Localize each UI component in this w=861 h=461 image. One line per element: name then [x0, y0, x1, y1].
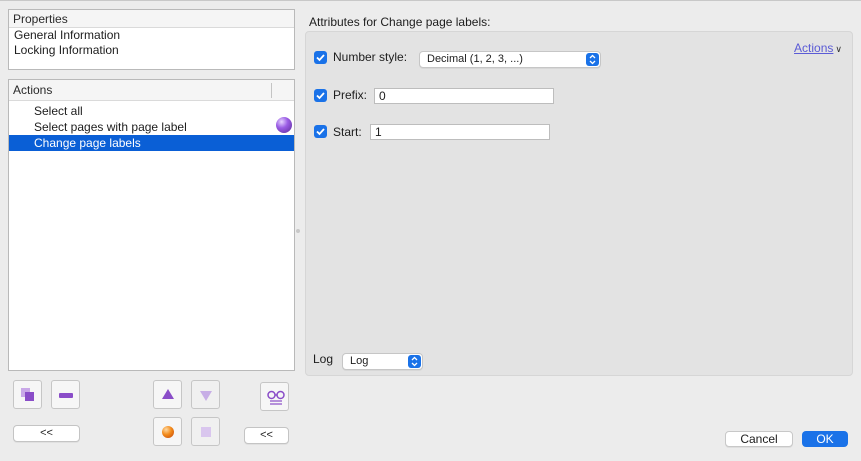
log-label: Log [313, 352, 334, 366]
prefix-label: Prefix: [333, 88, 368, 102]
action-item-label: Change page labels [34, 136, 141, 150]
select-arrows-icon [586, 53, 599, 66]
ok-button[interactable]: OK [802, 431, 848, 447]
start-input[interactable]: 1 [370, 124, 550, 140]
select-arrows-icon [408, 355, 421, 368]
log-value: Log [350, 355, 369, 367]
prefix-checkbox[interactable] [314, 89, 327, 102]
move-down-button[interactable] [191, 380, 220, 409]
start-checkbox[interactable] [314, 125, 327, 138]
start-label: Start: [333, 125, 362, 139]
number-style-checkbox[interactable] [314, 51, 327, 64]
log-select[interactable]: Log [342, 353, 423, 370]
move-up-icon [162, 389, 174, 399]
collapse-right-button[interactable]: << [244, 427, 289, 444]
action-item-label: Select pages with page label [34, 120, 187, 134]
number-style-select[interactable]: Decimal (1, 2, 3, ...) [419, 51, 601, 68]
properties-item-locking[interactable]: Locking Information [9, 43, 294, 58]
prefix-input[interactable]: 0 [374, 88, 554, 104]
window-top-border [0, 0, 861, 1]
duplicate-icon [21, 388, 35, 402]
actions-list-header: Actions [9, 80, 294, 101]
remove-icon [59, 393, 73, 398]
remove-button[interactable] [51, 380, 80, 409]
move-up-button[interactable] [153, 380, 182, 409]
action-item-label: Select all [34, 104, 83, 118]
actions-list-header-label: Actions [13, 83, 53, 97]
collapse-left-button[interactable]: << [13, 425, 80, 442]
cancel-button[interactable]: Cancel [725, 431, 793, 447]
number-style-value: Decimal (1, 2, 3, ...) [427, 53, 523, 65]
attributes-title: Attributes for Change page labels: [309, 15, 491, 29]
run-button[interactable] [153, 417, 182, 446]
chevron-down-icon: ∨ [835, 44, 842, 54]
actions-menu-link[interactable]: Actions ∨ [794, 41, 842, 55]
inspect-button[interactable] [260, 382, 289, 411]
action-item-select-pages[interactable]: Select pages with page label [9, 117, 294, 135]
stop-icon [201, 427, 211, 437]
run-icon [162, 426, 174, 438]
action-item-select-all[interactable]: Select all [9, 103, 294, 119]
actions-menu-label: Actions [794, 41, 834, 55]
inspect-icon [266, 389, 286, 407]
number-style-label: Number style: [333, 50, 408, 64]
purple-ball-icon [276, 117, 292, 133]
properties-item-general[interactable]: General Information [9, 28, 294, 43]
move-down-icon [200, 391, 212, 401]
duplicate-button[interactable] [13, 380, 42, 409]
properties-header: Properties [9, 10, 294, 28]
column-divider [271, 83, 272, 98]
properties-panel: Properties General Information Locking I… [8, 9, 295, 70]
attributes-box: Actions ∨ Number style: Decimal (1, 2, 3,… [305, 31, 853, 376]
actions-list-panel: Actions Select all Select pages with pag… [8, 79, 295, 371]
split-view-handle[interactable] [296, 229, 300, 233]
stop-button[interactable] [191, 417, 220, 446]
action-item-change-page-labels[interactable]: Change page labels [9, 135, 294, 151]
